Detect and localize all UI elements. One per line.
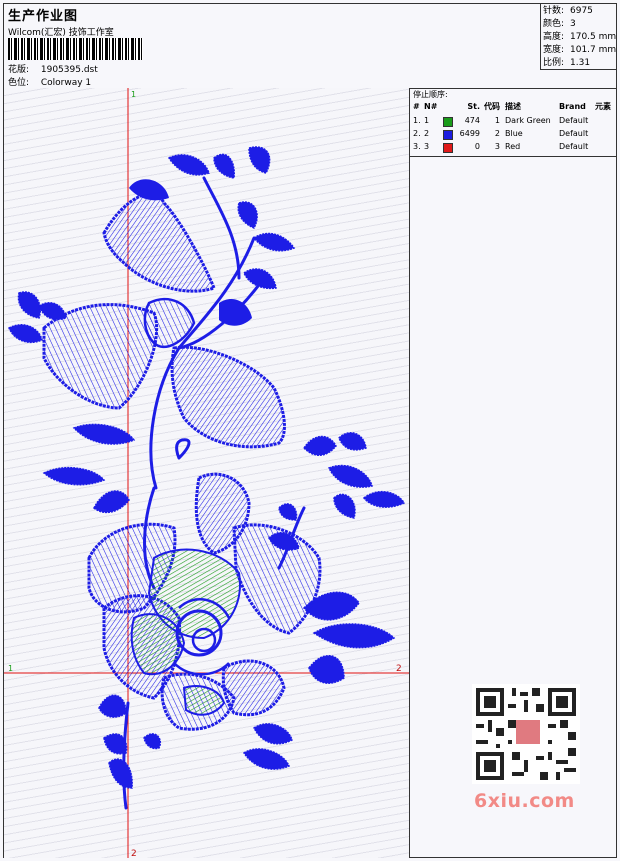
row-index: 2. [413, 129, 421, 138]
color-row[interactable]: 2. 2 6499 2 Blue Default [410, 128, 616, 140]
color-sequence-table: 停止顺序: # N# St. 代码 描述 Brand 元素 1. 1 474 1… [410, 88, 616, 157]
row-code: 2 [494, 129, 500, 138]
sheet-title: 生产作业图 [8, 9, 79, 24]
stat-value: 6975 [570, 6, 593, 16]
col-brand: Brand [559, 102, 586, 111]
row-brand: Default [559, 129, 589, 138]
col-no: N# [424, 102, 438, 111]
row-index: 1. [413, 116, 421, 125]
row-description: Blue [505, 129, 523, 138]
row-stitches: 0 [474, 142, 480, 151]
colorway-row: 色位: Colorway 1 [8, 75, 91, 88]
qr-logo [516, 720, 540, 744]
stat-label: 高度: [543, 32, 565, 42]
axis-label-right: 2 [396, 664, 402, 674]
col-description: 描述 [505, 102, 521, 111]
color-swatch [443, 130, 453, 140]
color-row[interactable]: 1. 1 474 1 Dark Green Default [410, 115, 616, 127]
stat-label: 针数: [543, 6, 565, 16]
company-name: Wilcom(汇宏) 技饰工作室 [8, 28, 114, 38]
stat-value: 3 [570, 19, 576, 29]
barcode [8, 38, 143, 60]
row-brand: Default [559, 116, 589, 125]
colorway-value: Colorway 1 [40, 78, 92, 88]
stat-scale: 比例: 1.31 [543, 57, 614, 70]
stat-stitches: 针数: 6975 [543, 5, 614, 18]
color-table-header: # N# St. 代码 描述 Brand 元素 [410, 101, 616, 113]
stat-label: 颜色: [543, 19, 565, 29]
color-row[interactable]: 3. 3 0 3 Red Default [410, 141, 616, 153]
row-index: 3. [413, 142, 421, 151]
stat-label: 比例: [543, 58, 565, 68]
col-hash: # [413, 102, 420, 111]
watermark-text: 6xiu.com [474, 790, 575, 812]
stat-colors: 颜色: 3 [543, 18, 614, 31]
color-table-title: 停止顺序: [413, 90, 448, 99]
axis-label-bottom: 2 [131, 849, 137, 858]
pattern-label: 花版: [8, 65, 30, 75]
row-brand: Default [559, 142, 589, 151]
color-swatch [443, 143, 453, 153]
row-description: Dark Green [505, 116, 551, 125]
stat-width: 宽度: 101.7 mm [543, 44, 617, 57]
row-stitches: 474 [464, 116, 480, 125]
row-description: Red [505, 142, 521, 151]
stat-value: 170.5 mm [570, 32, 617, 42]
qr-code [472, 684, 580, 784]
embroidery-preview[interactable]: 1 1 2 2 [4, 88, 410, 858]
col-element: 元素 [595, 102, 611, 111]
col-code: 代码 [484, 102, 500, 111]
embroidery-drawing: 1 1 2 2 [4, 88, 409, 858]
color-swatch [443, 117, 453, 127]
axis-label-top: 1 [131, 90, 136, 99]
row-number: 2 [424, 129, 430, 138]
row-number: 3 [424, 142, 430, 151]
stat-label: 宽度: [543, 45, 565, 55]
col-stitches: St. [467, 102, 480, 111]
row-code: 1 [494, 116, 500, 125]
sheet-header: 生产作业图 Wilcom(汇宏) 技饰工作室 花版: 1905395.dst 色… [4, 4, 616, 89]
colorway-label: 色位: [8, 78, 30, 88]
stat-value: 101.7 mm [570, 45, 617, 55]
pattern-value: 1905395.dst [40, 65, 98, 75]
stat-value: 1.31 [570, 58, 591, 68]
row-code: 3 [494, 142, 500, 151]
row-number: 1 [424, 116, 430, 125]
design-stats: 针数: 6975 颜色: 3 高度: 170.5 mm 宽度: 101.7 mm 比例:… [540, 4, 616, 70]
row-stitches: 6499 [459, 129, 480, 138]
stat-height: 高度: 170.5 mm [543, 31, 617, 44]
axis-label-left: 1 [8, 664, 13, 673]
pattern-row: 花版: 1905395.dst [8, 62, 98, 75]
